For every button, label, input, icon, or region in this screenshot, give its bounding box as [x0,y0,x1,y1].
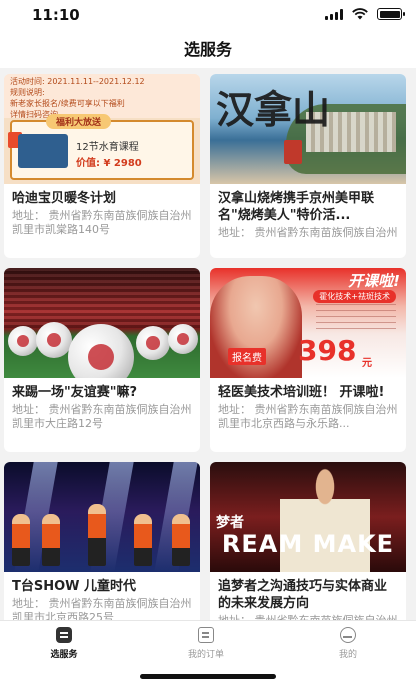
promo-course: 12节水育课程 [76,142,139,153]
school-logo [18,134,68,168]
dancer [134,514,152,566]
football [68,324,134,378]
promo-ribbon: 福利大放送 [46,114,112,129]
service-card[interactable]: 开课啦! 霍化技术+祛斑技术 报名费 398 元 轻医美技术培训班！ 开课啦! … [210,268,406,452]
football [36,322,72,358]
wifi-icon [352,8,368,20]
card-title: 轻医美技术培训班！ 开课啦! [218,385,385,400]
card-address: 地址： 贵州省黔东南苗族侗族自治州凯里市大庄路12号 [12,403,192,430]
service-card[interactable]: 活动时间: 2021.11.11--2021.12.12 规则说明: 新老家长报… [4,74,200,258]
home-icon [56,627,72,643]
service-card[interactable]: 梦者 REAM MAKE 追梦者之沟通技巧与实体商业的未来发展方向 地址： 贵州… [210,462,406,620]
order-icon [198,627,214,643]
football [168,324,198,354]
banner-en-text: REAM MAKE [221,530,395,558]
status-time: 11:10 [32,6,80,24]
promo-price: 价值: ¥ 2980 [76,158,142,169]
tab-profile[interactable]: 我的 [308,627,388,660]
dancer [42,514,60,566]
nav-bar: 选服务 [0,32,416,68]
profile-icon [340,627,356,643]
promo-text-block: 活动时间: 2021.11.11--2021.12.12 规则说明: 新老家长报… [4,74,200,119]
card-title: T台SHOW 儿童时代 [12,579,137,594]
card-image [4,462,200,572]
status-icons [325,8,405,20]
card-image: 开课啦! 霍化技术+祛斑技术 报名费 398 元 [210,268,406,378]
tab-label: 我的订单 [187,650,224,660]
stadium-stands [4,268,200,328]
football [136,326,170,360]
red-seal [284,140,302,164]
promo-headline: 开课啦! [348,272,400,290]
banner-zh-text: 梦者 [216,515,244,531]
card-address: 地址： 贵州省黔东南苗族侗族自治州 [210,612,406,620]
card-image: 活动时间: 2021.11.11--2021.12.12 规则说明: 新老家长报… [4,74,200,184]
dancer [172,514,190,566]
dancer [12,514,30,566]
football [8,326,38,356]
fee-label: 报名费 [228,348,266,365]
card-title: 汉拿山烧烤携手京州美甲联名"烧烤美人"特价活... [218,191,375,223]
card-title: 来踢一场"友谊赛"嘛? [12,385,138,400]
status-bar: 11:10 [0,0,416,32]
promo-pill: 霍化技术+祛斑技术 [313,290,396,303]
fee-unit: 元 [362,358,372,369]
card-address: 地址： 贵州省黔东南苗族侗族自治州 [218,226,398,239]
card-image [4,268,200,378]
service-card[interactable]: T台SHOW 儿童时代 地址： 贵州省黔东南苗族侗族自治州凯里市北京西路25号 [4,462,200,620]
card-image: 汉拿山 [210,74,406,184]
card-address: 地址： 贵州省黔东南苗族侗族自治州凯里市北京西路与永乐路... [218,403,398,430]
promo-time-text: 活动时间: 2021.11.11--2021.12.12 [10,77,145,86]
home-indicator [140,674,276,679]
card-title: 追梦者之沟通技巧与实体商业的未来发展方向 [218,579,388,611]
tab-services[interactable]: 选服务 [24,627,104,660]
battery-icon [377,8,405,20]
calligraphy-text: 汉拿山 [216,87,331,132]
service-list[interactable]: 活动时间: 2021.11.11--2021.12.12 规则说明: 新老家长报… [0,68,416,620]
promo-desc-text: 新老家长报名/续费可享以下福利 [10,99,125,108]
card-title: 哈迪宝贝暖冬计划 [12,191,117,206]
service-card[interactable]: 汉拿山 汉拿山烧烤携手京州美甲联名"烧烤美人"特价活... 地址： 贵州省黔东南… [210,74,406,258]
fee-amount: 398 [298,334,357,367]
page-title: 选服务 [183,40,232,59]
dancer [88,504,106,566]
card-address: 地址： 贵州省黔东南苗族侗族自治州凯里市凯棠路140号 [12,209,192,236]
promo-rule-text: 规则说明: [10,88,45,97]
tab-label: 我的 [338,650,357,660]
card-image: 梦者 REAM MAKE [210,462,406,572]
tab-orders[interactable]: 我的订单 [166,627,246,660]
tab-label: 选服务 [50,650,78,660]
service-card[interactable]: 来踢一场"友谊赛"嘛? 地址： 贵州省黔东南苗族侗族自治州凯里市大庄路12号 [4,268,200,452]
cellular-signal-icon [325,8,343,20]
promo-detail-lines [316,304,396,330]
card-address: 地址： 贵州省黔东南苗族侗族自治州凯里市北京西路25号 [12,597,192,620]
